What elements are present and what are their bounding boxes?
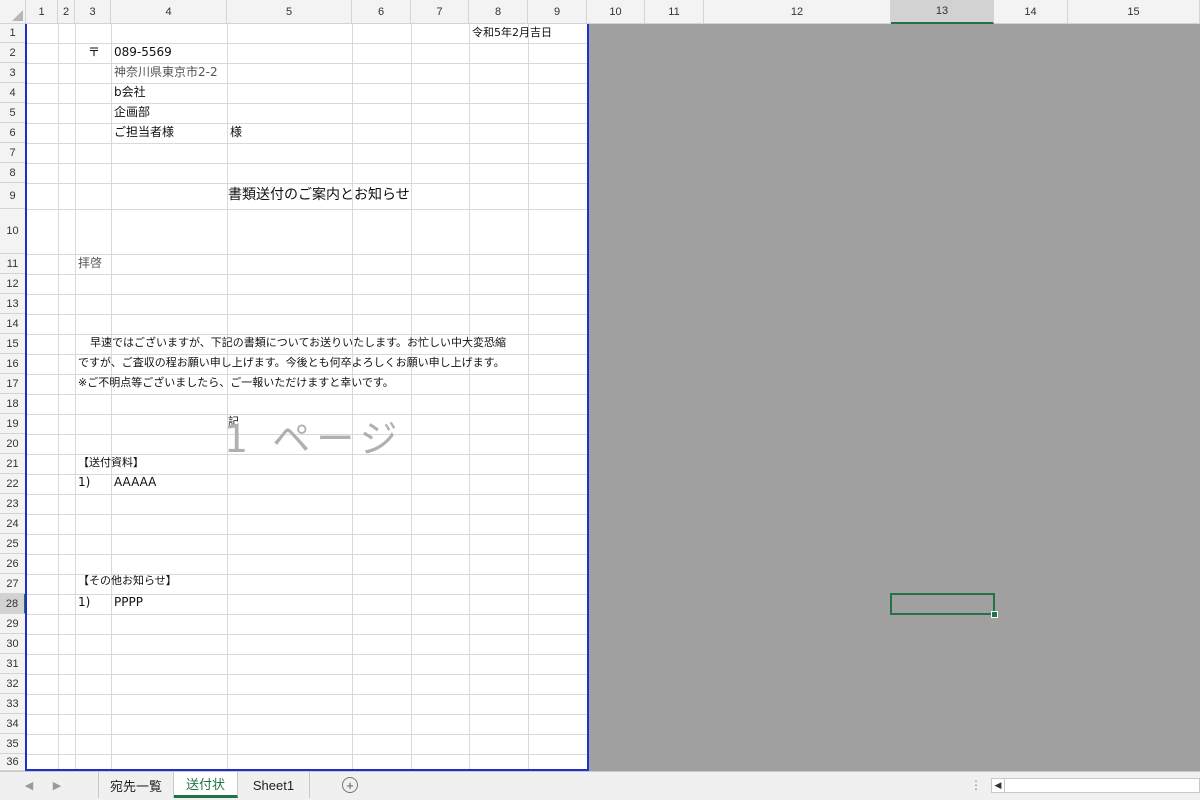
cell-section-other[interactable]: 【その他お知らせ】 [78,572,177,590]
row-header-29[interactable]: 29 [0,614,26,634]
cell-doc-item[interactable]: AAAAA [114,473,156,491]
cell-section-docs[interactable]: 【送付資料】 [78,454,144,472]
sheet-tab-bar: ◀ ▶ 宛先一覧 送付状 Sheet1 + ⋮ ◀ [0,771,1200,800]
row-header-20[interactable]: 20 [0,434,26,454]
column-header-5[interactable]: 5 [227,0,352,24]
row-header-5[interactable]: 5 [0,103,26,123]
outside-print-area[interactable] [587,24,1200,771]
tab-scroll-left-icon[interactable]: ◀ [22,778,36,792]
row-header-26[interactable]: 26 [0,554,26,574]
row-header-13[interactable]: 13 [0,294,26,314]
column-header-10[interactable]: 10 [587,0,645,24]
cell-recipient[interactable]: ご担当者様 [114,123,174,141]
row-header-28[interactable]: 28 [0,594,26,614]
column-header-8[interactable]: 8 [469,0,528,24]
cell-other-item-no[interactable]: 1) [78,593,90,611]
row-header-23[interactable]: 23 [0,494,26,514]
row-header-30[interactable]: 30 [0,634,26,654]
cell-doc-item-no[interactable]: 1) [78,473,90,491]
row-header-14[interactable]: 14 [0,314,26,334]
column-header-12[interactable]: 12 [704,0,891,24]
row-header-10[interactable]: 10 [0,209,26,254]
column-header-2[interactable]: 2 [58,0,75,24]
add-sheet-icon[interactable]: + [342,777,358,793]
row-header-18[interactable]: 18 [0,394,26,414]
cell-body-line2[interactable]: ですが、ご査収の程お願い申し上げます。今後とも何卒よろしくお願い申し上げます。 [78,354,505,372]
row-header-12[interactable]: 12 [0,274,26,294]
row-header-22[interactable]: 22 [0,474,26,494]
row-header-36[interactable]: 36 [0,754,26,771]
row-header-25[interactable]: 25 [0,534,26,554]
row-header-6[interactable]: 6 [0,123,26,143]
tab-cover-letter[interactable]: 送付状 [174,772,238,798]
row-header-19[interactable]: 19 [0,414,26,434]
column-header-4[interactable]: 4 [111,0,227,24]
row-header-31[interactable]: 31 [0,654,26,674]
column-header-3[interactable]: 3 [75,0,111,24]
page-break-border [25,24,589,771]
spreadsheet-grid[interactable]: 1 2 3 4 5 6 7 8 9 10 11 12 13 14 15 1 2 3 4 5 6 7 8 9 10 11 12 13 1… [0,0,1200,771]
row-header-4[interactable]: 4 [0,83,26,103]
cell-date[interactable]: 令和5年2月吉日 [472,24,552,42]
page-watermark: 1 ページ [224,417,404,461]
row-header-35[interactable]: 35 [0,734,26,754]
row-header-21[interactable]: 21 [0,454,26,474]
column-header-14[interactable]: 14 [994,0,1068,24]
row-header-9[interactable]: 9 [0,183,26,209]
column-header-13[interactable]: 13 [891,0,994,24]
row-header-17[interactable]: 17 [0,374,26,394]
cell-company[interactable]: b会社 [114,83,146,101]
cell-greeting[interactable]: 拝啓 [78,254,102,272]
row-header-16[interactable]: 16 [0,354,26,374]
cell-address[interactable]: 神奈川県東京市2-2 [114,63,218,81]
row-header-1[interactable]: 1 [0,24,26,43]
select-all-corner[interactable] [0,0,26,24]
cell-body-line1[interactable]: 早速ではございますが、下記の書類についてお送りいたします。お忙しい中大変恐縮 [90,334,506,352]
column-header-6[interactable]: 6 [352,0,411,24]
tab-address-list[interactable]: 宛先一覧 [98,772,174,798]
row-header-11[interactable]: 11 [0,254,26,274]
row-header-8[interactable]: 8 [0,163,26,183]
cell-document-title[interactable]: 書類送付のご案内とお知らせ [228,186,410,204]
row-header-7[interactable]: 7 [0,143,26,163]
scroll-left-arrow-icon[interactable]: ◀ [992,779,1005,792]
row-header-15[interactable]: 15 [0,334,26,354]
cell-other-item[interactable]: PPPP [114,593,143,611]
column-header-9[interactable]: 9 [528,0,587,24]
active-cell-selection[interactable] [890,593,995,615]
column-header-1[interactable]: 1 [26,0,58,24]
row-header-33[interactable]: 33 [0,694,26,714]
cell-department[interactable]: 企画部 [114,103,150,121]
column-header-11[interactable]: 11 [645,0,704,24]
cell-honorific[interactable]: 様 [230,123,242,141]
cell-body-line3[interactable]: ※ご不明点等ございましたら、ご一報いただけますと幸いです。 [78,374,394,392]
row-header-32[interactable]: 32 [0,674,26,694]
row-header-34[interactable]: 34 [0,714,26,734]
tab-sheet1[interactable]: Sheet1 [238,772,310,798]
column-header-15[interactable]: 15 [1068,0,1200,24]
column-header-7[interactable]: 7 [411,0,469,24]
cell-postal-mark[interactable]: 〒 [88,43,100,61]
row-header-3[interactable]: 3 [0,63,26,83]
row-header-24[interactable]: 24 [0,514,26,534]
row-header-27[interactable]: 27 [0,574,26,594]
tab-scroll-right-icon[interactable]: ▶ [50,778,64,792]
fill-handle[interactable] [991,611,998,618]
row-header-2[interactable]: 2 [0,43,26,63]
horizontal-scrollbar[interactable]: ◀ [991,778,1200,793]
cell-postal-code[interactable]: 089-5569 [114,43,172,61]
more-options-icon[interactable]: ⋮ [970,778,982,792]
